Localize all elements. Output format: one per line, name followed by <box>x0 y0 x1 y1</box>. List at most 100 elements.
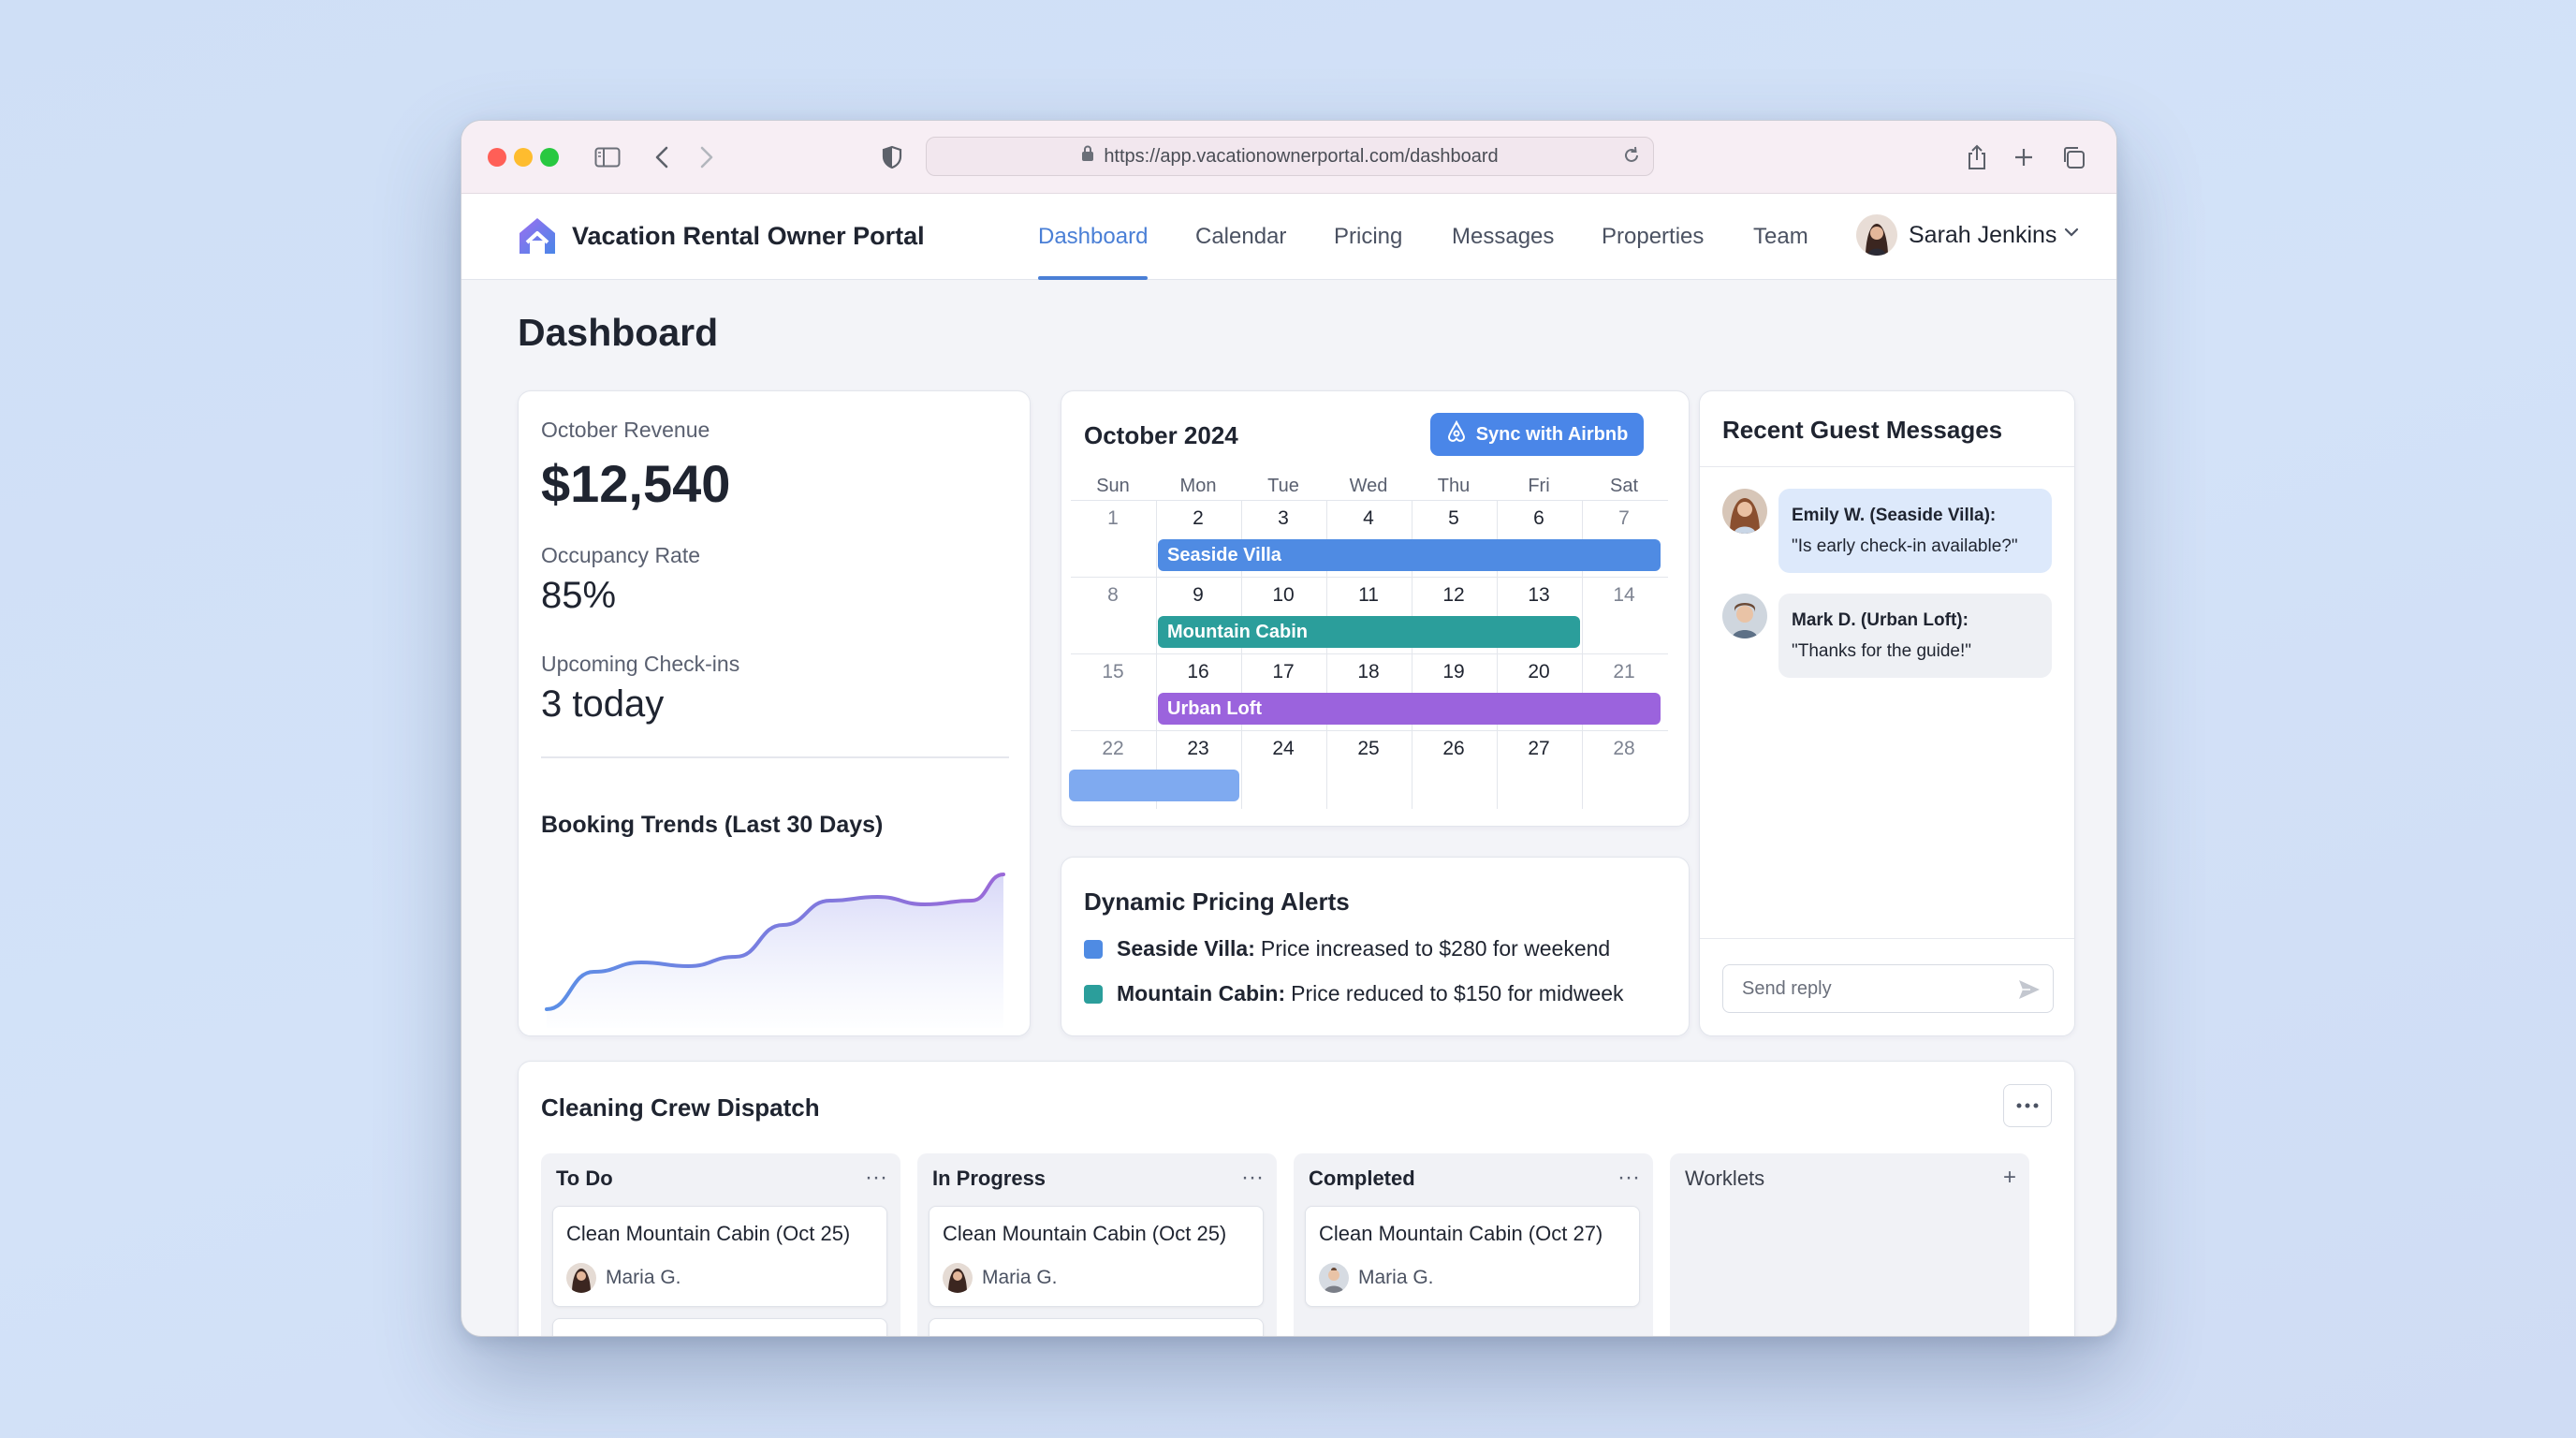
calendar-day[interactable]: 3 <box>1241 507 1325 530</box>
pricing-alerts-card: Dynamic Pricing Alerts Seaside Villa: Pr… <box>1061 857 1690 1036</box>
address-bar[interactable]: https://app.vacationownerportal.com/dash… <box>926 137 1654 176</box>
calendar-day[interactable]: 20 <box>1497 661 1581 683</box>
task-card[interactable] <box>929 1318 1264 1336</box>
nav-messages[interactable]: Messages <box>1452 224 1554 250</box>
weekday-header: Mon <box>1179 476 1217 496</box>
message-bubble[interactable]: Mark D. (Urban Loft): "Thanks for the gu… <box>1778 594 2052 678</box>
app-title: Vacation Rental Owner Portal <box>572 222 925 250</box>
booking-bar[interactable]: Urban Loft <box>1158 693 1661 725</box>
task-card[interactable]: Clean Mountain Cabin (Oct 25) Maria G. <box>552 1206 887 1307</box>
message-text: "Is early check-in available?" <box>1792 536 2018 556</box>
calendar-day[interactable]: 16 <box>1156 661 1240 683</box>
task-card[interactable]: Clean Mountain Cabin (Oct 27) Maria G. <box>1305 1206 1640 1307</box>
calendar-day[interactable]: 6 <box>1497 507 1581 530</box>
tab-overview-icon[interactable] <box>2060 141 2086 173</box>
nav-properties[interactable]: Properties <box>1602 224 1704 250</box>
user-avatar[interactable] <box>1856 214 1897 256</box>
task-title: Clean Mountain Cabin (Oct 25) <box>566 1222 851 1245</box>
booking-bar[interactable]: Mountain Cabin <box>1158 616 1580 648</box>
calendar-day[interactable]: 1 <box>1071 507 1155 530</box>
messages-header-divider <box>1700 466 2074 467</box>
sync-airbnb-button[interactable]: Sync with Airbnb <box>1430 413 1644 456</box>
nav-team[interactable]: Team <box>1753 224 1808 250</box>
weekday-header: Thu <box>1437 476 1471 496</box>
alert-property: Seaside Villa: <box>1117 936 1255 961</box>
shield-icon[interactable] <box>881 141 903 173</box>
calendar-day[interactable]: 17 <box>1241 661 1325 683</box>
occupancy-value: 85% <box>541 575 617 616</box>
calendar-day[interactable]: 23 <box>1156 738 1240 760</box>
calendar-day[interactable]: 13 <box>1497 584 1581 607</box>
calendar-day[interactable]: 10 <box>1241 584 1325 607</box>
calendar-day[interactable]: 28 <box>1582 738 1666 760</box>
pricing-alert-item[interactable]: Seaside Villa: Price increased to $280 f… <box>1084 936 1610 961</box>
column-title: Worklets <box>1685 1167 1765 1190</box>
column-menu-icon[interactable]: ··· <box>1617 1165 1640 1191</box>
column-title: To Do <box>556 1167 613 1190</box>
browser-window: https://app.vacationownerportal.com/dash… <box>461 120 2117 1337</box>
guest-avatar[interactable] <box>1722 489 1767 534</box>
revenue-label: October Revenue <box>541 418 710 442</box>
guest-messages-card: Recent Guest Messages Emily W. (Seaside … <box>1699 390 2075 1036</box>
calendar-day[interactable]: 26 <box>1412 738 1496 760</box>
stats-divider <box>541 756 1009 758</box>
calendar-day[interactable]: 22 <box>1071 738 1155 760</box>
booking-bar[interactable] <box>1069 770 1239 801</box>
reply-input[interactable]: Send reply <box>1722 964 2054 1013</box>
active-nav-indicator <box>1038 276 1148 280</box>
sidebar-toggle-icon[interactable] <box>593 141 622 173</box>
calendar-day[interactable]: 7 <box>1582 507 1666 530</box>
send-icon[interactable] <box>2017 977 2042 1007</box>
reload-icon[interactable] <box>1621 145 1642 171</box>
calendar-day[interactable]: 24 <box>1241 738 1325 760</box>
close-window-button[interactable] <box>488 148 506 167</box>
reply-divider <box>1700 938 2074 939</box>
more-options-button[interactable] <box>2003 1084 2052 1127</box>
calendar-day[interactable]: 21 <box>1582 661 1666 683</box>
forward-arrow-icon[interactable] <box>697 141 716 173</box>
user-name[interactable]: Sarah Jenkins <box>1909 222 2056 249</box>
column-menu-icon[interactable]: ··· <box>1241 1165 1264 1191</box>
alert-text: Price reduced to $150 for midweek <box>1291 981 1624 1005</box>
calendar-day[interactable]: 11 <box>1326 584 1411 607</box>
back-arrow-icon[interactable] <box>652 141 671 173</box>
calendar-day[interactable]: 9 <box>1156 584 1240 607</box>
calendar-day[interactable]: 12 <box>1412 584 1496 607</box>
task-card[interactable] <box>552 1318 887 1336</box>
task-card[interactable]: Clean Mountain Cabin (Oct 25) Maria G. <box>929 1206 1264 1307</box>
calendar-day[interactable]: 25 <box>1326 738 1411 760</box>
calendar-day[interactable]: 27 <box>1497 738 1581 760</box>
pricing-alert-item[interactable]: Mountain Cabin: Price reduced to $150 fo… <box>1084 981 1624 1006</box>
chevron-down-icon[interactable] <box>2064 226 2079 242</box>
add-worklet-plus-icon[interactable]: + <box>2003 1165 2016 1191</box>
guest-avatar[interactable] <box>1722 594 1767 638</box>
nav-calendar[interactable]: Calendar <box>1195 224 1286 250</box>
column-menu-icon[interactable]: ··· <box>865 1165 887 1191</box>
calendar-day[interactable]: 8 <box>1071 584 1155 607</box>
house-logo-icon[interactable] <box>516 214 559 262</box>
minimize-window-button[interactable] <box>514 148 533 167</box>
maximize-window-button[interactable] <box>540 148 559 167</box>
nav-pricing[interactable]: Pricing <box>1334 224 1402 250</box>
message-bubble[interactable]: Emily W. (Seaside Villa): "Is early chec… <box>1778 489 2052 573</box>
column-title: In Progress <box>932 1167 1046 1190</box>
booking-bar[interactable]: Seaside Villa <box>1158 539 1661 571</box>
calendar-day[interactable]: 5 <box>1412 507 1496 530</box>
share-icon[interactable] <box>1965 141 1989 173</box>
calendar-day[interactable]: 19 <box>1412 661 1496 683</box>
calendar-day[interactable]: 4 <box>1326 507 1411 530</box>
weekday-header: Sat <box>1609 476 1639 496</box>
weekday-header: Tue <box>1267 476 1299 496</box>
calendar-day[interactable]: 15 <box>1071 661 1155 683</box>
pricing-alerts-title: Dynamic Pricing Alerts <box>1084 888 1350 916</box>
browser-toolbar: https://app.vacationownerportal.com/dash… <box>461 121 2116 194</box>
new-tab-plus-icon[interactable] <box>2012 141 2036 173</box>
column-title: Completed <box>1309 1167 1415 1190</box>
calendar-day[interactable]: 18 <box>1326 661 1411 683</box>
weekday-header: Wed <box>1349 476 1388 496</box>
stats-card: October Revenue $12,540 Occupancy Rate 8… <box>518 390 1031 1036</box>
nav-dashboard[interactable]: Dashboard <box>1038 224 1148 250</box>
messages-title: Recent Guest Messages <box>1722 416 2003 444</box>
calendar-day[interactable]: 2 <box>1156 507 1240 530</box>
calendar-day[interactable]: 14 <box>1582 584 1666 607</box>
